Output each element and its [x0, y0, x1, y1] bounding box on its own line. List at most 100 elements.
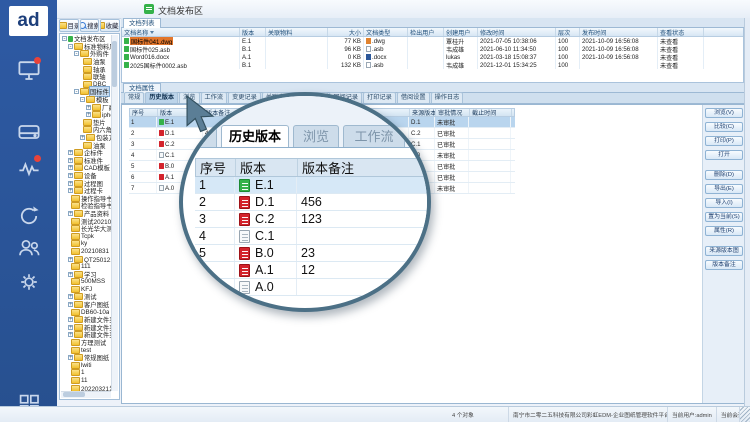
expand-icon[interactable]: +: [80, 135, 85, 140]
version-doc-icon: [239, 281, 250, 294]
users-icon[interactable]: [17, 236, 41, 260]
tree-item[interactable]: 1: [61, 369, 111, 377]
tree-item[interactable]: 联轴: [61, 73, 111, 81]
expand-icon[interactable]: +: [68, 302, 73, 307]
tree-item[interactable]: +客户图纸: [61, 301, 111, 309]
expand-icon[interactable]: +: [68, 150, 73, 155]
expand-icon[interactable]: +: [68, 181, 73, 186]
action-button[interactable]: 比较(C): [705, 122, 743, 132]
sidebar-button-favorites[interactable]: 收藏夹: [100, 19, 120, 32]
tab-browse-magnified[interactable]: 浏览: [293, 125, 339, 147]
column-header[interactable]: 层次: [556, 28, 580, 36]
file-row[interactable]: 国标件041.dwgE.177 KB.dwg覃桂升2021-07-05 10:3…: [122, 37, 743, 45]
tree-item[interactable]: +QT25012.01基础: [61, 255, 111, 263]
action-button[interactable]: 删除(D): [705, 170, 743, 180]
expand-icon[interactable]: +: [68, 257, 73, 262]
column-header[interactable]: 版本: [240, 28, 266, 36]
collapse-icon[interactable]: -: [80, 97, 85, 102]
column-header[interactable]: 查看状态: [658, 28, 704, 36]
history-cell: 1: [129, 117, 157, 127]
gear-icon[interactable]: [17, 270, 41, 294]
tree-horizontal-scrollbar[interactable]: [61, 391, 111, 398]
column-header[interactable]: 大小: [328, 28, 364, 36]
folder-icon: [71, 278, 80, 285]
column-header[interactable]: 文档类型: [364, 28, 408, 36]
action-button[interactable]: 版本备注: [705, 260, 743, 270]
expand-icon[interactable]: +: [68, 332, 73, 337]
file-row[interactable]: Word016.docxA.10 KB.docxlukas2021-03-18 …: [122, 53, 743, 61]
collapse-icon[interactable]: -: [68, 44, 73, 49]
tree-vertical-scrollbar[interactable]: [111, 35, 118, 391]
collapse-icon[interactable]: -: [62, 36, 67, 41]
drive-icon[interactable]: [17, 120, 41, 144]
expand-icon[interactable]: +: [86, 105, 91, 110]
action-button[interactable]: 属性(R): [705, 226, 743, 236]
version-doc-icon: [239, 230, 250, 243]
version-doc-icon: [159, 163, 164, 169]
tree-item[interactable]: ky: [61, 240, 111, 248]
action-button[interactable]: 导入(I): [705, 198, 743, 208]
version-doc-icon: [239, 247, 250, 260]
file-row[interactable]: 2025国标件0002.asbB.1132 KB.asb韦成雄2021-12-0…: [122, 61, 743, 69]
scrollbar-thumb[interactable]: [63, 392, 85, 397]
tree-item[interactable]: 长光华大测试图纸: [61, 225, 111, 233]
file-row[interactable]: 国标件025.asbB.196 KB.asb韦成雄2021-06-10 11:3…: [122, 45, 743, 53]
column-header[interactable]: 检出用户: [408, 28, 444, 36]
column-header[interactable]: 创建用户: [444, 28, 478, 36]
tree-item[interactable]: +学习: [61, 270, 111, 278]
tab-property[interactable]: 操作日志: [431, 92, 464, 103]
tree-item[interactable]: lwiti: [61, 362, 111, 370]
expand-icon[interactable]: +: [68, 188, 73, 193]
expand-icon[interactable]: +: [86, 112, 91, 117]
history-cell: 已审批: [435, 172, 469, 182]
action-button[interactable]: 打开: [705, 150, 743, 160]
sidebar-button-catalog[interactable]: 目录: [59, 19, 79, 32]
expand-icon[interactable]: +: [68, 325, 73, 330]
expand-icon[interactable]: +: [68, 355, 73, 360]
tree-item[interactable]: 500MSS: [61, 278, 111, 286]
file-cell: [580, 61, 658, 69]
action-button[interactable]: 来源版本图: [705, 246, 743, 256]
expand-icon[interactable]: +: [68, 272, 73, 277]
sync-icon[interactable]: [17, 204, 41, 228]
action-button[interactable]: 导出(E): [705, 184, 743, 194]
collapse-icon[interactable]: -: [74, 89, 79, 94]
app-logo[interactable]: ad: [9, 6, 48, 36]
action-button[interactable]: 打印(P): [705, 136, 743, 146]
activity-icon[interactable]: [17, 156, 41, 180]
tab-property[interactable]: 常规: [124, 92, 144, 103]
tab-history-version-magnified[interactable]: 历史版本: [221, 125, 289, 147]
magnified-history-cell: 5: [195, 245, 235, 261]
resize-grip[interactable]: [740, 407, 750, 422]
expand-icon[interactable]: +: [68, 158, 73, 163]
column-header[interactable]: 截止时间: [470, 109, 512, 116]
column-header[interactable]: 关联物料: [266, 28, 328, 36]
version-doc-icon: [159, 130, 164, 136]
history-cell: [469, 128, 511, 138]
expand-icon[interactable]: +: [68, 211, 73, 216]
magnified-history-cell: 123: [297, 211, 431, 227]
action-button[interactable]: 置为当前(S): [705, 212, 743, 222]
collapse-icon[interactable]: -: [74, 51, 79, 56]
column-header[interactable]: 修改时间: [478, 28, 556, 36]
column-header[interactable]: 发布时间: [580, 28, 658, 36]
history-cell: 已审批: [435, 139, 469, 149]
tree-item[interactable]: +常规图纸: [61, 354, 111, 362]
tree-item[interactable]: Tcpk: [61, 232, 111, 240]
tree-item[interactable]: 20220321发清会图纸: [61, 384, 111, 391]
expand-icon[interactable]: +: [68, 165, 73, 170]
column-header[interactable]: 序号: [130, 109, 158, 116]
expand-icon[interactable]: +: [68, 173, 73, 178]
tab-history-version[interactable]: 历史版本: [145, 92, 178, 103]
expand-icon[interactable]: +: [68, 294, 73, 299]
column-header[interactable]: 审批情况: [436, 109, 470, 116]
action-button[interactable]: 浏览(V): [705, 108, 743, 118]
sidebar-button-search[interactable]: 搜索: [80, 19, 100, 32]
column-header[interactable]: 文档名称: [122, 28, 240, 36]
monitor-icon[interactable]: [17, 58, 41, 82]
expand-icon[interactable]: +: [68, 317, 73, 322]
scrollbar-thumb[interactable]: [112, 41, 117, 87]
version-label: C.1: [255, 229, 274, 243]
tree-item[interactable]: 方理测试: [61, 339, 111, 347]
tab-workflow-magnified[interactable]: 工作流: [343, 125, 405, 147]
